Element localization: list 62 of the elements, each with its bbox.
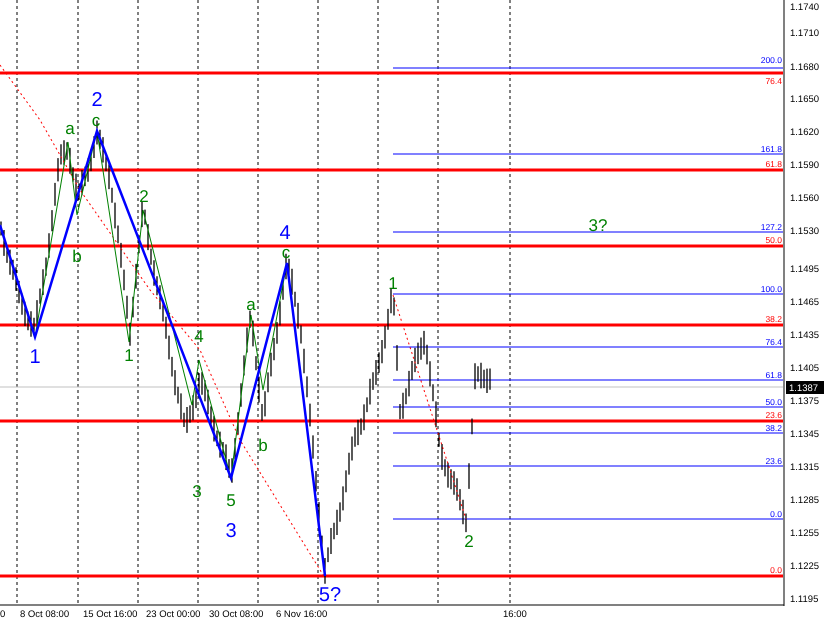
fib-level-label: 23.6 — [765, 456, 782, 466]
fib-level-label: 127.2 — [760, 222, 782, 232]
price-label: 1.1530 — [790, 226, 820, 237]
price-label: 1.1590 — [790, 160, 820, 171]
wave-label: b — [72, 247, 82, 266]
price-label: 1.1195 — [790, 594, 818, 605]
fib-level-label: 38.2 — [765, 314, 782, 324]
fib-level-label: 61.8 — [765, 159, 782, 169]
time-label: 30 Oct 08:00 — [209, 609, 264, 620]
fib-level-label: 76.4 — [765, 337, 782, 347]
fib-level-label: 200.0 — [760, 55, 782, 65]
fib-level-label: 61.8 — [765, 370, 782, 380]
wave-label: 1 — [124, 346, 134, 365]
wave-label: b — [258, 436, 268, 455]
price-label: 1.1255 — [790, 528, 820, 539]
wave-label: 4 — [194, 327, 204, 346]
price-label: 1.1680 — [790, 62, 820, 73]
fib-level-label: 23.6 — [765, 410, 782, 420]
wave-label: a — [65, 119, 75, 138]
price-label: 1.1740 — [790, 2, 820, 13]
price-label: 1.1225 — [790, 561, 820, 572]
price-label: 1.1285 — [790, 495, 820, 506]
wave-label: 3 — [225, 520, 237, 542]
wave-label: 4 — [279, 222, 291, 244]
fib-level-label: 0.0 — [770, 509, 782, 519]
fib-level-label: 100.0 — [760, 284, 782, 294]
time-label: 16:00 — [503, 609, 527, 620]
time-label: 8 Oct 08:00 — [20, 609, 70, 620]
fib-level-label: 50.0 — [765, 397, 782, 407]
wave-label: 5 — [226, 491, 236, 510]
fib-level-label: 161.8 — [760, 144, 782, 154]
wave-label: c — [92, 111, 100, 130]
time-label: 23 Oct 00:00 — [146, 609, 200, 620]
time-label: 15 Oct 16:00 — [83, 609, 138, 620]
price-label: 1.1495 — [790, 264, 820, 275]
price-label: 1.1435 — [790, 330, 820, 341]
wave-label: 1 — [29, 346, 41, 368]
price-label: 1.1375 — [790, 396, 820, 407]
time-label: 6 Nov 16:00 — [276, 609, 328, 620]
wave-label: 2 — [139, 187, 149, 206]
wave-label: 3? — [588, 216, 608, 235]
fib-level-label: 0.0 — [770, 565, 782, 575]
time-label: 0 — [0, 609, 6, 620]
price-label: 1.1315 — [790, 462, 820, 473]
wave-label: 2 — [91, 89, 103, 111]
price-label: 1.1710 — [790, 28, 820, 39]
fib-level-label: 76.4 — [765, 76, 782, 86]
wave-label: 3 — [192, 482, 202, 501]
price-label: 1.1465 — [790, 297, 820, 308]
current-price-tag: 1.1387 — [786, 381, 824, 394]
price-label: 1.1620 — [790, 127, 820, 138]
wave-label: a — [246, 295, 256, 314]
fib-level-label: 50.0 — [765, 235, 782, 245]
wave-label: 2 — [464, 532, 474, 551]
wave-label: 5? — [318, 584, 342, 606]
price-label: 1.1405 — [790, 363, 820, 374]
fib-level-label: 38.2 — [765, 423, 782, 433]
wave-label: 1 — [388, 274, 398, 293]
wave-label: c — [282, 243, 290, 262]
price-label: 1.1560 — [790, 193, 820, 204]
price-label: 1.1650 — [790, 94, 820, 105]
price-label: 1.1345 — [790, 429, 820, 440]
